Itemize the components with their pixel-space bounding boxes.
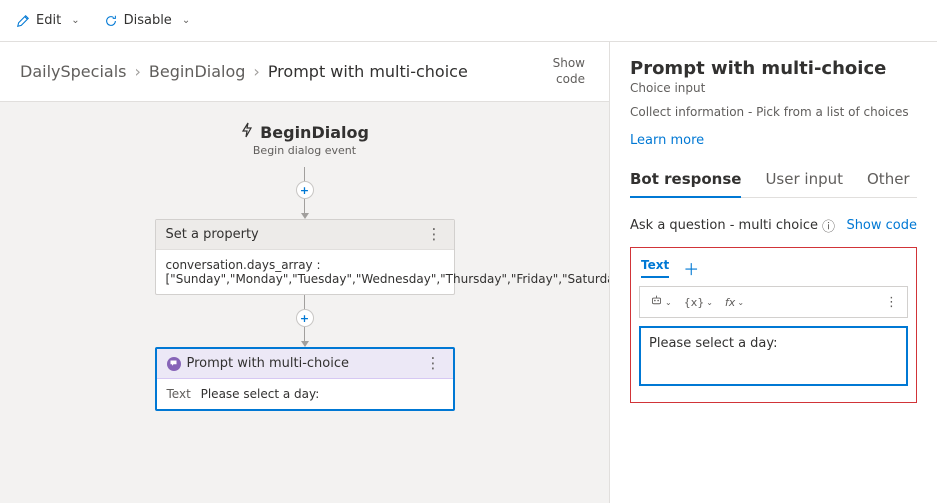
robot-icon (650, 294, 663, 310)
ask-question-label: Ask a question - multi choice ⓘ (630, 216, 835, 235)
main-content: DailySpecials › BeginDialog › Prompt wit… (0, 42, 937, 503)
tab-bot-response[interactable]: Bot response (630, 170, 741, 198)
set-property-card[interactable]: Set a property ⋮ conversation.days_array… (155, 219, 455, 295)
panel-subtitle: Choice input (630, 81, 917, 95)
properties-panel: Prompt with multi-choice Choice input Co… (609, 42, 937, 503)
breadcrumb-current: Prompt with multi-choice (268, 62, 468, 81)
breadcrumb-root[interactable]: DailySpecials (20, 62, 126, 81)
formula-bar-menu[interactable]: ⋮ (882, 295, 901, 310)
chevron-down-icon: ⌄ (706, 298, 713, 307)
connector (304, 167, 305, 181)
chevron-down-icon: ⌄ (71, 15, 79, 26)
breadcrumb: DailySpecials › BeginDialog › Prompt wit… (20, 62, 476, 81)
breadcrumb-separator: › (253, 62, 259, 81)
panel-tabs: Bot response User input Other (630, 170, 917, 198)
connector (304, 295, 305, 309)
add-step-button[interactable]: + (296, 309, 314, 327)
panel-description: Collect information - Pick from a list o… (630, 105, 917, 119)
refresh-icon (104, 14, 118, 28)
prompt-text-input[interactable] (639, 326, 908, 386)
bot-response-type-button[interactable]: ⌄ (646, 292, 676, 312)
add-step-button[interactable]: + (296, 181, 314, 199)
card-header: Set a property ⋮ (156, 220, 454, 250)
prompt-icon (167, 357, 181, 371)
subtab-text[interactable]: Text (641, 258, 669, 278)
edit-button[interactable]: Edit ⌄ (16, 13, 80, 28)
show-code-toggle[interactable]: Show code (553, 56, 585, 87)
breadcrumb-row: DailySpecials › BeginDialog › Prompt wit… (0, 42, 609, 102)
formula-bar: ⌄ {x} ⌄ fx ⌄ ⋮ (639, 286, 908, 318)
breadcrumb-dialog[interactable]: BeginDialog (149, 62, 246, 81)
design-canvas[interactable]: BeginDialog Begin dialog event + Set a p… (0, 102, 609, 503)
card-body: Text Please select a day: (157, 379, 453, 409)
connector (304, 327, 305, 341)
disable-label: Disable (124, 13, 172, 28)
connector (304, 199, 305, 213)
add-variation-button[interactable]: ＋ (683, 256, 699, 280)
trigger-title: BeginDialog (260, 123, 369, 142)
panel-title: Prompt with multi-choice (630, 58, 917, 79)
show-code-link[interactable]: Show code (846, 218, 917, 233)
dialog-flow: BeginDialog Begin dialog event + Set a p… (155, 122, 455, 411)
chevron-down-icon: ⌄ (665, 298, 672, 307)
trigger-header[interactable]: BeginDialog Begin dialog event (240, 122, 369, 157)
lightning-icon (240, 122, 254, 142)
insert-function-button[interactable]: fx ⌄ (721, 294, 748, 311)
prompt-multichoice-card[interactable]: Prompt with multi-choice ⋮ Text Please s… (155, 347, 455, 411)
tab-user-input[interactable]: User input (765, 170, 843, 197)
insert-variable-button[interactable]: {x} ⌄ (680, 294, 717, 311)
disable-button[interactable]: Disable ⌄ (104, 13, 191, 28)
card-title: Prompt with multi-choice (187, 356, 350, 371)
canvas-area: DailySpecials › BeginDialog › Prompt wit… (0, 42, 609, 503)
tab-other[interactable]: Other (867, 170, 910, 197)
card-menu-button[interactable]: ⋮ (425, 227, 444, 242)
chevron-down-icon: ⌄ (182, 15, 190, 26)
card-menu-button[interactable]: ⋮ (424, 356, 443, 371)
pencil-icon (16, 14, 30, 28)
help-icon[interactable]: ⓘ (822, 216, 835, 235)
toolbar: Edit ⌄ Disable ⌄ (0, 0, 937, 42)
prompt-text-label: Text (167, 387, 191, 401)
breadcrumb-separator: › (134, 62, 140, 81)
card-title: Set a property (166, 227, 259, 242)
edit-label: Edit (36, 13, 61, 28)
card-header: Prompt with multi-choice ⋮ (157, 349, 453, 379)
learn-more-link[interactable]: Learn more (630, 133, 704, 148)
ask-question-row: Ask a question - multi choice ⓘ Show cod… (630, 216, 917, 235)
trigger-subtitle: Begin dialog event (240, 144, 369, 157)
card-body: conversation.days_array : ["Sunday","Mon… (156, 250, 454, 294)
prompt-editor-box: Text ＋ ⌄ {x} ⌄ fx (630, 247, 917, 403)
chevron-down-icon: ⌄ (737, 298, 744, 307)
prompt-text-value: Please select a day: (201, 387, 320, 401)
prompt-subtabs: Text ＋ (641, 256, 908, 280)
